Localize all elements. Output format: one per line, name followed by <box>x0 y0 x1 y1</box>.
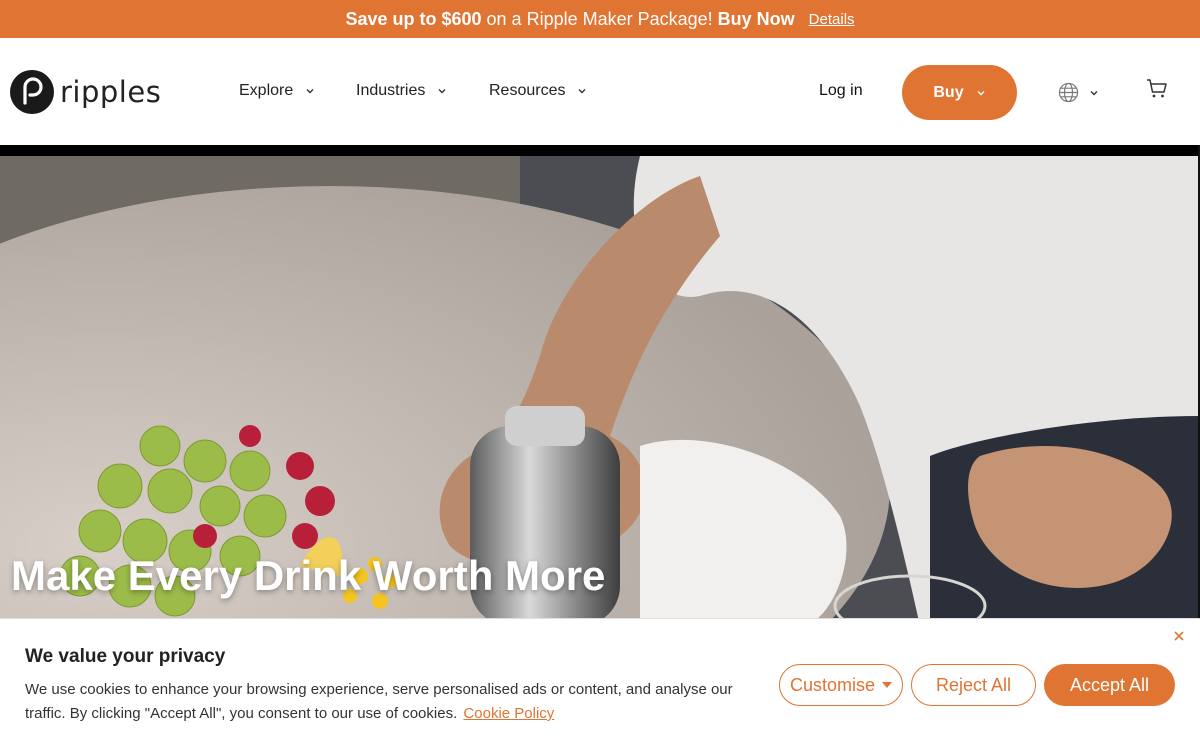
nav-explore[interactable]: Explore <box>239 82 315 100</box>
buy-button[interactable]: Buy <box>902 65 1017 120</box>
hero-title: Make Every Drink Worth More <box>11 552 606 599</box>
reject-all-label: Reject All <box>935 674 1012 695</box>
details-link[interactable]: Details <box>809 11 855 28</box>
chevron-down-icon <box>1090 90 1098 95</box>
nav-resources[interactable]: Resources <box>489 82 587 100</box>
site-header: ripples Explore Industries Resources Log… <box>0 38 1200 145</box>
login-link[interactable]: Log in <box>819 82 863 100</box>
chevron-down-icon <box>977 90 985 95</box>
cookie-policy-link[interactable]: Cookie Policy <box>463 705 554 722</box>
promo-text: on a Ripple Maker Package! <box>486 8 713 29</box>
chevron-down-icon <box>438 89 446 94</box>
promo-banner: Save up to $600 on a Ripple Maker Packag… <box>0 0 1200 38</box>
promo-highlight: Save up to $600 <box>345 8 482 29</box>
cookie-description: We use cookies to enhance your browsing … <box>25 678 755 726</box>
logo[interactable]: ripples <box>10 70 161 114</box>
chevron-down-icon <box>578 89 586 94</box>
buy-now-link[interactable]: Buy Now <box>718 9 795 30</box>
language-selector[interactable] <box>1058 82 1099 103</box>
nav-industries-label: Industries <box>356 82 426 99</box>
cookie-title: We value your privacy <box>25 646 226 667</box>
customise-button-label: Customise <box>789 674 876 695</box>
nav-explore-label: Explore <box>239 82 294 99</box>
caret-down-icon <box>882 682 893 688</box>
cart-icon[interactable] <box>1146 78 1168 100</box>
customise-button[interactable]: Customise <box>779 664 903 706</box>
chevron-down-icon <box>306 89 314 94</box>
nav-resources-label: Resources <box>489 82 566 99</box>
close-icon[interactable] <box>1173 630 1185 642</box>
hero-image: Make Every Drink Worth More <box>0 156 1198 626</box>
accept-all-button[interactable]: Accept All <box>1044 664 1175 706</box>
hero-top-border <box>0 145 1200 156</box>
globe-icon <box>1058 82 1079 103</box>
ripples-logo-icon <box>10 70 54 114</box>
accept-all-label: Accept All <box>1069 674 1150 695</box>
cookie-text: We use cookies to enhance your browsing … <box>25 681 733 722</box>
buy-button-label: Buy <box>933 83 964 101</box>
nav-industries[interactable]: Industries <box>356 82 447 100</box>
cookie-banner: We value your privacy We use cookies to … <box>0 618 1200 750</box>
reject-all-button[interactable]: Reject All <box>911 664 1036 706</box>
logo-text: ripples <box>60 75 162 109</box>
